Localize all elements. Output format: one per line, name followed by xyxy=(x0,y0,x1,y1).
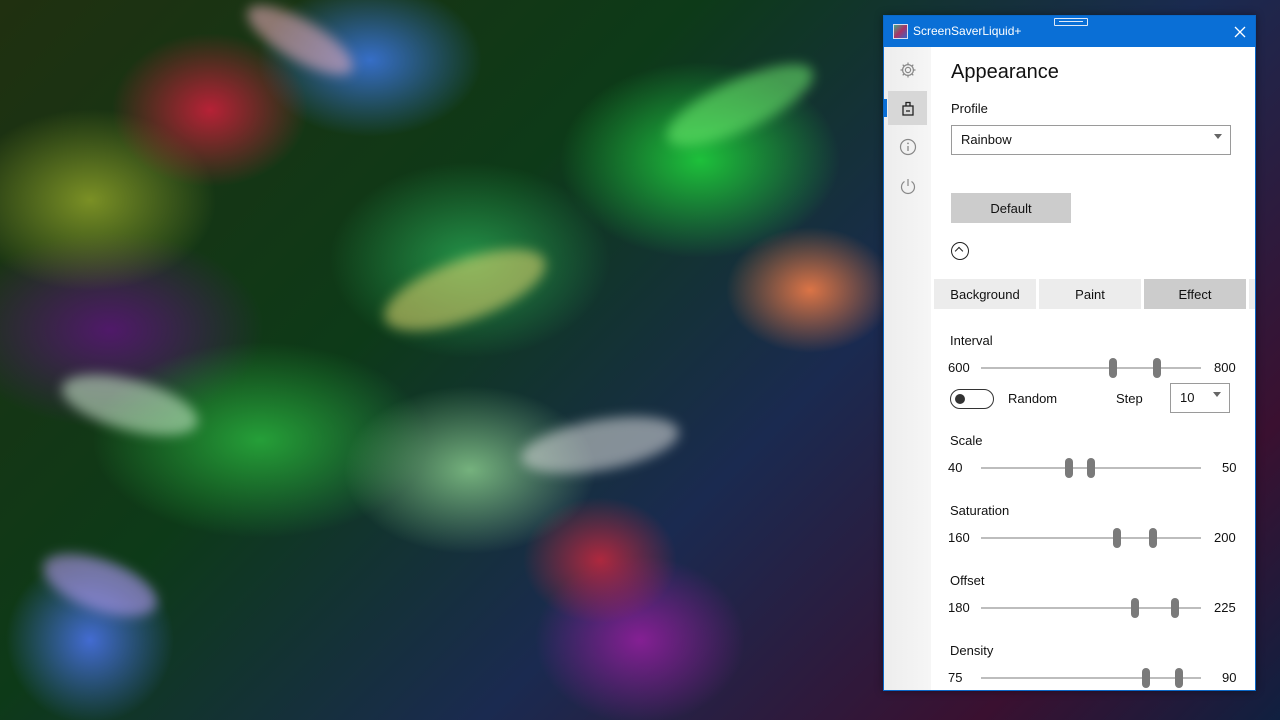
tab-overflow xyxy=(1249,279,1255,309)
scale-label: Scale xyxy=(950,433,983,448)
info-icon xyxy=(899,138,916,156)
chevron-down-icon xyxy=(1214,134,1222,139)
interval-min: 600 xyxy=(948,360,970,375)
slider-thumb-low[interactable] xyxy=(1109,358,1117,378)
slider-thumb-high[interactable] xyxy=(1087,458,1095,478)
paint-bucket-icon xyxy=(901,101,914,116)
nav-power[interactable] xyxy=(888,169,927,203)
slider-thumb-low[interactable] xyxy=(1142,668,1150,688)
density-min: 75 xyxy=(948,670,963,685)
default-button[interactable]: Default xyxy=(951,193,1071,223)
offset-label: Offset xyxy=(950,573,985,588)
random-toggle[interactable] xyxy=(950,389,994,409)
app-window: ScreenSaverLiquid+ Appearance Profile Ra… xyxy=(883,15,1256,691)
drag-grip-icon[interactable] xyxy=(1054,18,1088,26)
tab-background[interactable]: Background xyxy=(934,279,1036,309)
tab-bar: Background Paint Effect xyxy=(934,279,1255,309)
step-label: Step xyxy=(1116,391,1143,406)
slider-thumb-high[interactable] xyxy=(1170,598,1179,618)
slider-thumb-high[interactable] xyxy=(1153,358,1161,378)
density-label: Density xyxy=(950,643,994,658)
nav-settings[interactable] xyxy=(888,53,927,87)
density-max: 90 xyxy=(1222,670,1237,685)
slider-track[interactable] xyxy=(981,537,1201,539)
saturation-min: 160 xyxy=(948,530,970,545)
tab-effect[interactable]: Effect xyxy=(1144,279,1246,309)
interval-label: Interval xyxy=(950,333,993,348)
random-label: Random xyxy=(1008,391,1058,406)
slider-thumb-low[interactable] xyxy=(1065,458,1073,478)
page-title: Appearance xyxy=(951,61,1059,83)
offset-max: 225 xyxy=(1214,600,1236,615)
step-value: 10 xyxy=(1180,390,1195,405)
slider-thumb-low[interactable] xyxy=(1131,598,1139,618)
profile-value: Rainbow xyxy=(961,132,1012,147)
profile-select[interactable]: Rainbow xyxy=(951,125,1231,155)
saturation-label: Saturation xyxy=(950,503,1010,518)
slider-thumb-low[interactable] xyxy=(1113,528,1122,548)
content-pane: Appearance Profile Rainbow Default Backg… xyxy=(931,47,1255,690)
side-nav xyxy=(884,47,931,690)
slider-thumb-high[interactable] xyxy=(1148,528,1157,548)
interval-max: 800 xyxy=(1214,360,1236,375)
power-icon xyxy=(900,179,915,195)
window-title: ScreenSaverLiquid+ xyxy=(913,24,1022,38)
nav-about[interactable] xyxy=(888,130,927,164)
close-button[interactable] xyxy=(1230,22,1250,42)
slider-track[interactable] xyxy=(981,607,1201,609)
slider-track[interactable] xyxy=(981,677,1201,679)
tab-paint[interactable]: Paint xyxy=(1039,279,1141,309)
scale-max: 50 xyxy=(1222,460,1237,475)
step-select[interactable]: 10 xyxy=(1170,383,1230,413)
slider-track[interactable] xyxy=(981,367,1201,369)
saturation-max: 200 xyxy=(1214,530,1236,545)
collapse-up-icon[interactable] xyxy=(951,242,969,260)
toggle-knob xyxy=(955,394,965,404)
offset-min: 180 xyxy=(948,600,970,615)
nav-appearance[interactable] xyxy=(884,91,927,125)
close-icon xyxy=(1234,26,1246,38)
slider-thumb-high[interactable] xyxy=(1175,668,1183,688)
title-bar[interactable]: ScreenSaverLiquid+ xyxy=(884,16,1255,47)
scale-min: 40 xyxy=(948,460,963,475)
chevron-down-icon xyxy=(1213,392,1221,397)
gear-icon xyxy=(900,62,915,78)
app-icon xyxy=(893,24,908,39)
profile-label: Profile xyxy=(951,101,988,116)
